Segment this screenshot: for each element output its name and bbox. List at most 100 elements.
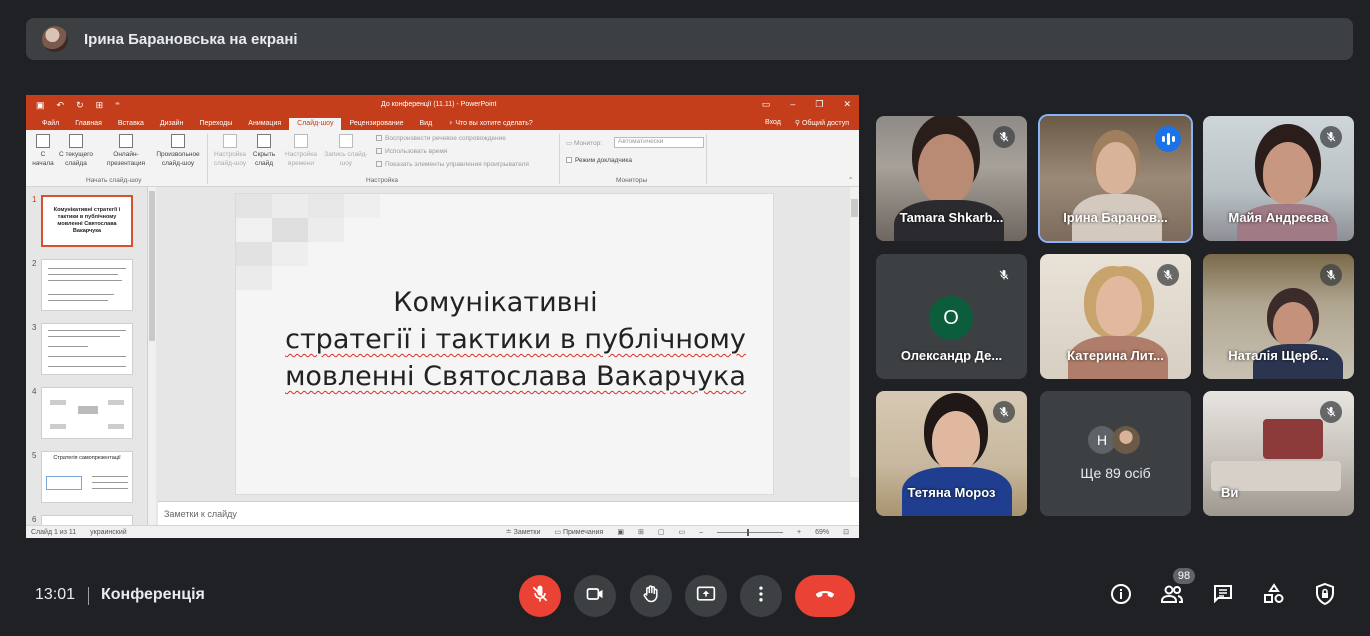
collapse-ribbon-icon[interactable]: ⌃	[848, 176, 853, 184]
fit-to-window-icon[interactable]: ⊡	[843, 528, 849, 536]
comments-icon: ▭	[554, 529, 563, 536]
notes-toggle[interactable]: ≐ Заметки	[506, 528, 541, 536]
participant-tile[interactable]: Ви	[1203, 391, 1354, 516]
notes-pane[interactable]: Заметки к слайду	[158, 501, 859, 525]
slide-title-line: стратегії і тактики в публічному	[285, 324, 746, 355]
hide-slide-button[interactable]: Скрыть слайд	[250, 134, 278, 168]
customize-icon[interactable]: ⁼	[115, 100, 120, 111]
mic-off-icon	[993, 126, 1015, 148]
monitor-select[interactable]: Автоматически	[614, 137, 704, 148]
more-participants-tile[interactable]: Н Ще 89 осіб	[1040, 391, 1191, 516]
save-icon[interactable]: ▣	[36, 100, 45, 111]
mic-off-icon	[993, 401, 1015, 423]
comments-toggle[interactable]: ▭ Примечания	[554, 528, 603, 536]
slide-thumbnail[interactable]	[41, 387, 133, 439]
slide-thumbnail[interactable]	[41, 323, 133, 375]
participant-tile[interactable]: Ірина Баранов...	[1040, 116, 1191, 241]
sign-in-link[interactable]: Вход	[765, 119, 781, 127]
camera-toggle-button[interactable]	[574, 575, 616, 617]
diagram-box	[108, 400, 124, 405]
text-line	[48, 330, 126, 331]
label: Онлайн-презентация	[106, 151, 146, 167]
scroll-thumb[interactable]	[851, 199, 858, 217]
tab-file[interactable]: Файл	[34, 120, 67, 130]
slide-thumbnail[interactable]: Комунікативні стратегії і тактики в публ…	[41, 195, 133, 247]
record-slideshow-button[interactable]: Запись слайд-шоу	[322, 134, 370, 168]
slide-thumbnail[interactable]	[41, 259, 133, 311]
tab-transitions[interactable]: Переходы	[191, 120, 240, 130]
narrations-checkbox[interactable]: Воспроизвести речевое сопровождение	[376, 135, 506, 142]
participant-tile[interactable]: Майя Андреєва	[1203, 116, 1354, 241]
from-beginning-button[interactable]: С начала	[32, 134, 54, 168]
start-slideshow-icon[interactable]: ⊞	[96, 100, 104, 111]
slide-thumbnails-pane[interactable]: 1 Комунікативні стратегії і тактики в пу…	[26, 187, 148, 525]
participant-tile[interactable]: Tamara Shkarb...	[876, 116, 1027, 241]
participant-name: Наталія Щерб...	[1228, 348, 1329, 363]
activities-button[interactable]	[1260, 582, 1288, 610]
restore-icon[interactable]: ❐	[815, 99, 823, 110]
tab-home[interactable]: Главная	[67, 120, 110, 130]
zoom-in-icon[interactable]: +	[797, 529, 801, 536]
shared-screen[interactable]: ▣ ↶ ↻ ⊞ ⁼ До конференції (11.11) - Power…	[26, 95, 859, 538]
reading-view-icon[interactable]: ▢	[658, 528, 665, 536]
text-line	[48, 346, 88, 347]
undo-icon[interactable]: ↶	[57, 100, 65, 111]
close-icon[interactable]: ✕	[843, 99, 851, 110]
participant-tile[interactable]: O Олександр Де...	[876, 254, 1027, 379]
custom-show-button[interactable]: Произвольное слайд-шоу	[152, 134, 204, 168]
present-icon	[696, 584, 716, 609]
normal-view-icon[interactable]: ▣	[617, 528, 624, 536]
from-current-button[interactable]: С текущего слайда	[56, 134, 96, 168]
tab-view[interactable]: Вид	[412, 120, 441, 130]
document-title: До конференції (11.11) - PowerPoint	[381, 101, 497, 108]
monitor-icon: ▭	[566, 140, 574, 147]
minimize-icon[interactable]: –	[790, 99, 795, 110]
media-controls-checkbox[interactable]: Показать элементы управления проигрывате…	[376, 161, 529, 168]
present-online-button[interactable]: Онлайн-презентация	[102, 134, 150, 168]
people-button[interactable]	[1158, 582, 1186, 610]
host-controls-button[interactable]	[1311, 582, 1339, 610]
slide-title: Комунікативні стратегії і тактики в публ…	[256, 284, 775, 395]
slideshow-view-icon[interactable]: ▭	[678, 528, 685, 536]
setup-slideshow-button[interactable]: Настройка слайд-шоу	[210, 134, 250, 168]
diagram-box	[78, 406, 98, 414]
thumb-number: 5	[32, 451, 37, 460]
tab-slideshow[interactable]: Слайд-шоу	[289, 118, 342, 130]
timings-checkbox[interactable]: Использовать время	[376, 148, 447, 155]
language-indicator[interactable]: украинский	[90, 529, 127, 536]
zoom-level[interactable]: 69%	[815, 529, 829, 536]
sorter-view-icon[interactable]: ⊞	[638, 528, 644, 536]
leave-call-button[interactable]	[795, 575, 855, 617]
meeting-details-button[interactable]	[1107, 582, 1135, 610]
tab-animations[interactable]: Анимация	[240, 120, 289, 130]
scroll-thumb[interactable]	[149, 191, 155, 341]
tab-design[interactable]: Дизайн	[152, 120, 192, 130]
tell-me-search[interactable]: ♀ Что вы хотите сделать?	[440, 120, 541, 130]
zoom-slider[interactable]	[717, 528, 784, 536]
rehearse-timings-button[interactable]: Настройка времени	[282, 134, 320, 168]
current-slide[interactable]: Комунікативні стратегії і тактики в публ…	[235, 193, 774, 495]
slide-scrollbar[interactable]	[850, 187, 859, 477]
thumbnails-scrollbar[interactable]	[148, 187, 156, 525]
participant-tile[interactable]: Наталія Щерб...	[1203, 254, 1354, 379]
group-start-label: Начать слайд-шоу	[86, 177, 142, 184]
tab-review[interactable]: Рецензирование	[341, 120, 411, 130]
redo-icon[interactable]: ↻	[76, 100, 84, 111]
share-button[interactable]: ⚲ Общий доступ	[795, 119, 849, 127]
presenter-view-checkbox[interactable]: Режим докладчика	[566, 157, 632, 164]
tab-insert[interactable]: Вставка	[110, 120, 152, 130]
label: Режим докладчика	[575, 157, 632, 164]
raise-hand-button[interactable]	[630, 575, 672, 617]
participant-tile[interactable]: Тетяна Мороз	[876, 391, 1027, 516]
text-line	[48, 356, 126, 357]
participant-tile[interactable]: Катерина Лит...	[1040, 254, 1191, 379]
zoom-out-icon[interactable]: –	[699, 529, 703, 536]
slide-thumbnail[interactable]	[41, 515, 133, 525]
present-screen-button[interactable]	[685, 575, 727, 617]
ribbon-display-icon[interactable]: ▭	[762, 99, 771, 110]
more-options-button[interactable]	[740, 575, 782, 617]
camera-icon	[585, 584, 605, 609]
microphone-toggle-button[interactable]	[519, 575, 561, 617]
chat-button[interactable]	[1209, 582, 1237, 610]
slide-thumbnail[interactable]: Стратегія самопрезентації	[41, 451, 133, 503]
